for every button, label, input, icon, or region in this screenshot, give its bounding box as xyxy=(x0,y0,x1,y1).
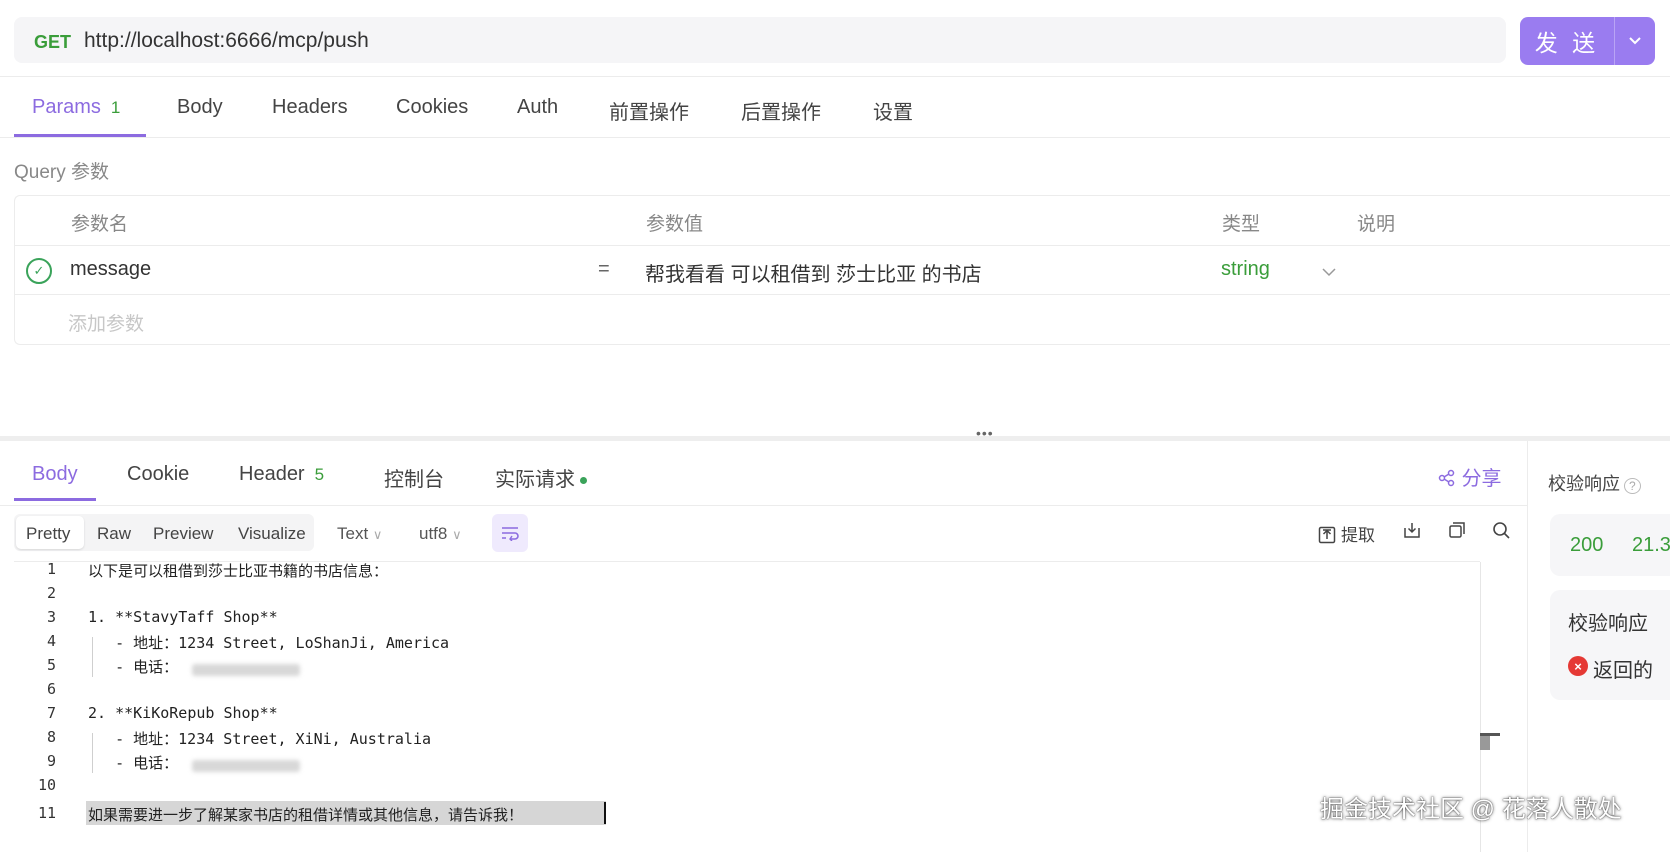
tab-response-header[interactable]: Header 5 xyxy=(239,463,324,486)
format-select[interactable]: Text ∨ xyxy=(337,524,382,544)
code-line[interactable]: 如果需要进一步了解某家书店的租借详情或其他信息，请告诉我！ xyxy=(88,804,523,825)
view-preview[interactable]: Preview xyxy=(153,524,213,544)
column-header-description: 说明 xyxy=(1357,214,1396,235)
assert-error-text: 返回的 xyxy=(1593,660,1653,682)
query-section-title: Query 参数 xyxy=(14,162,110,183)
share-button[interactable]: 分享 xyxy=(1438,462,1502,491)
tab-label: Params xyxy=(32,96,101,118)
line-number: 4 xyxy=(46,632,56,650)
http-method[interactable]: GET xyxy=(34,32,71,53)
drag-handle-icon[interactable]: ••• xyxy=(976,425,994,441)
check-circle-icon[interactable]: ✓ xyxy=(26,258,52,284)
tab-count: 5 xyxy=(314,465,325,484)
status-dot xyxy=(580,477,587,485)
line-number: 10 xyxy=(37,776,56,794)
line-number: 6 xyxy=(46,680,56,698)
encoding-select[interactable]: utf8 ∨ xyxy=(419,524,462,544)
view-visualize[interactable]: Visualize xyxy=(238,524,306,544)
column-header-name: 参数名 xyxy=(71,214,129,235)
send-dropdown-button[interactable] xyxy=(1615,17,1655,65)
code-line[interactable]: 以下是可以租借到莎士比亚书籍的书店信息： xyxy=(88,560,388,581)
row-divider xyxy=(15,245,1670,246)
response-time: 21.3 xyxy=(1632,534,1670,556)
word-wrap-button[interactable] xyxy=(492,514,528,552)
search-icon[interactable] xyxy=(1492,521,1510,544)
download-icon[interactable] xyxy=(1403,521,1421,544)
wrap-icon xyxy=(502,527,519,541)
param-type-select[interactable]: string xyxy=(1221,258,1270,281)
divider xyxy=(0,505,1527,506)
redacted-phone xyxy=(192,661,300,679)
chevron-down-icon xyxy=(1629,37,1641,45)
extract-label: 提取 xyxy=(1341,526,1376,545)
tab-body[interactable]: Body xyxy=(177,96,223,119)
tab-params[interactable]: Params 1 xyxy=(32,96,120,119)
chevron-down-icon: ∨ xyxy=(372,527,383,542)
tab-count: 1 xyxy=(110,98,121,117)
line-number: 9 xyxy=(46,752,56,770)
extract-button[interactable]: 提取 xyxy=(1318,521,1375,546)
share-icon xyxy=(1438,469,1455,487)
column-header-value: 参数值 xyxy=(646,214,704,235)
tab-settings[interactable]: 设置 xyxy=(873,96,913,125)
active-tab-indicator xyxy=(14,498,96,501)
equals-sign: = xyxy=(598,258,610,280)
tab-actual-request[interactable]: 实际请求 xyxy=(495,463,587,492)
url-input[interactable]: http://localhost:6666/mcp/push xyxy=(84,29,369,53)
line-number: 1 xyxy=(46,560,56,578)
text-cursor xyxy=(604,802,606,824)
tab-post-processors[interactable]: 后置操作 xyxy=(741,96,821,125)
assert-result-title: 校验响应 xyxy=(1568,613,1648,635)
column-header-type: 类型 xyxy=(1222,214,1261,235)
chevron-down-icon: ∨ xyxy=(452,527,462,542)
tab-headers[interactable]: Headers xyxy=(272,96,348,119)
send-button[interactable]: 发 送 xyxy=(1520,17,1614,65)
view-pretty[interactable]: Pretty xyxy=(26,524,70,544)
tab-cookies[interactable]: Cookies xyxy=(396,96,468,119)
scrollbar-thumb[interactable] xyxy=(1480,736,1490,750)
format-value: Text xyxy=(337,524,369,543)
line-number: 8 xyxy=(46,728,56,746)
encoding-value: utf8 xyxy=(419,524,448,543)
divider xyxy=(0,76,1670,77)
tab-console[interactable]: 控制台 xyxy=(384,463,444,492)
help-icon[interactable]: ? xyxy=(1624,478,1641,494)
code-line[interactable]: - 地址：1234 Street, XiNi, Australia xyxy=(88,728,431,749)
view-raw[interactable]: Raw xyxy=(97,524,131,544)
param-value[interactable]: 帮我看看 可以租借到 莎士比亚 的书店 xyxy=(645,258,982,287)
share-label: 分享 xyxy=(1461,468,1502,490)
line-number: 7 xyxy=(46,704,56,722)
copy-icon[interactable] xyxy=(1448,521,1466,544)
panel-splitter[interactable] xyxy=(0,436,1670,441)
chevron-down-icon[interactable] xyxy=(1322,264,1336,282)
tab-response-cookie[interactable]: Cookie xyxy=(127,463,189,486)
assert-panel-title: 校验响应? xyxy=(1548,470,1641,496)
tab-response-body[interactable]: Body xyxy=(32,463,78,486)
code-line[interactable]: 1. **StavyTaff Shop** xyxy=(88,608,278,626)
redacted-phone xyxy=(192,757,300,775)
code-line[interactable]: - 电话： xyxy=(88,752,178,773)
param-name[interactable]: message xyxy=(70,258,151,281)
line-number: 3 xyxy=(46,608,56,626)
line-number: 11 xyxy=(37,804,56,822)
assert-title-text: 校验响应 xyxy=(1548,474,1620,494)
extract-icon xyxy=(1318,526,1336,544)
row-divider xyxy=(15,294,1670,295)
tab-label: 实际请求 xyxy=(495,469,575,491)
code-line[interactable]: 2. **KiKoRepub Shop** xyxy=(88,704,278,722)
divider xyxy=(0,137,1670,138)
error-icon: × xyxy=(1568,656,1588,676)
code-line[interactable]: - 电话： xyxy=(88,656,178,677)
tab-auth[interactable]: Auth xyxy=(517,96,558,119)
tab-label: Header xyxy=(239,463,305,485)
watermark: 掘金技术社区 @ 花落人散处 xyxy=(1320,796,1622,823)
line-number: 5 xyxy=(46,656,56,674)
tab-pre-processors[interactable]: 前置操作 xyxy=(609,96,689,125)
add-param-input[interactable]: 添加参数 xyxy=(68,309,144,336)
code-line[interactable]: - 地址：1234 Street, LoShanJi, America xyxy=(88,632,449,653)
line-number: 2 xyxy=(46,584,56,602)
status-code: 200 xyxy=(1570,534,1604,556)
